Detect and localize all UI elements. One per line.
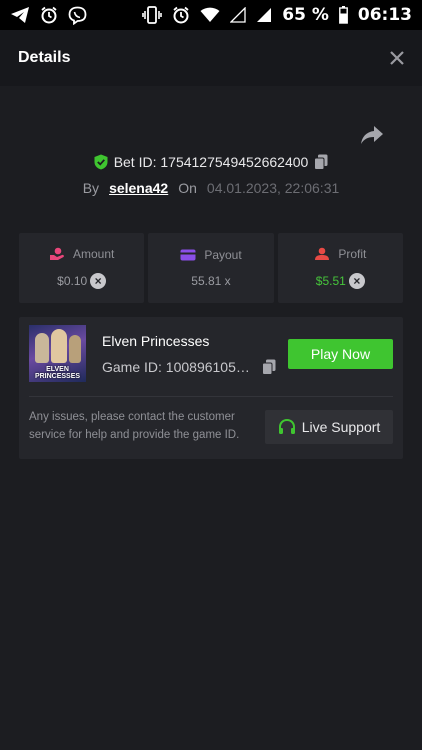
headset-icon [278,419,295,434]
alarm-icon [173,6,189,24]
stat-payout-value-row: 55.81 x [191,274,230,288]
stat-profit-label: Profit [338,247,367,261]
status-bar-left [10,6,87,25]
thumbnail-figure [35,333,49,363]
currency-x-icon: × [348,273,365,289]
by-label: By [82,180,100,196]
play-now-button[interactable]: Play Now [288,339,393,369]
stat-profit-value: $5.51 [315,274,346,288]
bet-date: 04.01.2023, 22:06:31 [206,180,340,196]
stat-amount-header: Amount [49,247,114,261]
stat-amount: Amount $0.10 × [19,233,145,303]
page-title: Details [18,49,71,66]
game-card: ELVEN PRINCESSES Elven Princesses Game I… [19,317,403,459]
stat-profit-value-row: $5.51 × [316,273,365,289]
details-header: Details [0,30,422,86]
close-icon[interactable] [390,51,404,65]
bet-id-row: Bet ID: 1754127549452662400 [0,154,422,170]
amount-coins-icon [49,247,64,260]
battery-percent: 65 % [282,5,329,25]
thumbnail-figure [69,335,81,363]
game-thumbnail[interactable]: ELVEN PRINCESSES [29,325,86,382]
alarm-icon [41,6,57,24]
share-icon[interactable] [360,124,384,146]
thumbnail-figure [51,329,67,363]
clock: 06:13 [357,5,412,25]
stat-amount-value: $0.10 [57,274,88,288]
battery-icon [338,6,348,24]
verified-shield-icon [94,154,108,170]
stat-amount-label: Amount [72,247,115,261]
payout-card-icon [180,249,196,261]
stat-amount-value-row: $0.10 × [57,273,107,289]
stat-payout-label: Payout [204,248,242,262]
username-link[interactable]: selena42 [109,180,168,196]
stat-profit: Profit $5.51 × [277,233,403,303]
copy-icon[interactable] [262,359,276,375]
support-hint-text: Any issues, please contact the customer … [29,411,240,441]
card-divider [29,396,393,397]
on-label: On [178,180,197,196]
wifi-icon [200,7,220,22]
signal-icon [257,8,272,22]
thumbnail-label: ELVEN PRINCESSES [29,366,86,380]
currency-x-icon: × [90,273,107,289]
bet-id: Bet ID: 1754127549452662400 [113,154,309,170]
telegram-icon [11,7,29,23]
stat-payout: Payout 55.81 x [148,233,274,303]
viber-icon [68,6,87,25]
copy-icon[interactable] [314,154,328,170]
status-bar-right: 65 % 06:13 [142,5,412,25]
bet-author-row: By selena42 On 04.01.2023, 22:06:31 [0,180,422,196]
bet-stats: Amount $0.10 × Payout 55.81 x Profit $5.… [19,233,403,303]
game-name: Elven Princesses [102,333,210,349]
live-support-label: Live Support [301,419,381,435]
signal-empty-icon [230,7,246,23]
thumbnail-label-line2: PRINCESSES [34,373,81,380]
game-id: Game ID: 1008961057... [102,359,252,375]
thumbnail-label-line1: ELVEN [46,366,69,373]
status-bar: 65 % 06:13 [0,0,422,30]
stat-payout-header: Payout [180,248,242,262]
live-support-button[interactable]: Live Support [265,410,393,444]
vibrate-icon [142,6,163,24]
stat-profit-header: Profit [314,247,366,261]
stat-payout-value: 55.81 x [191,274,231,288]
profit-user-icon [315,247,330,260]
